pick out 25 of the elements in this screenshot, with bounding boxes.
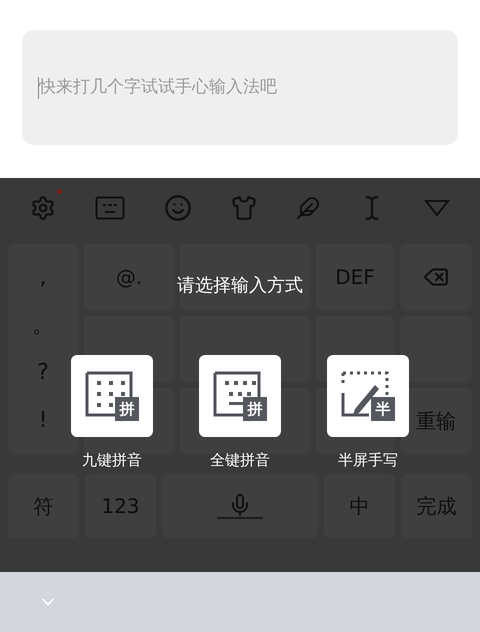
key-background <box>400 316 472 382</box>
symbol-key[interactable]: , <box>32 261 54 294</box>
keyboard-key[interactable]: @. <box>84 244 174 310</box>
dialog-title: 请选择输入方式 <box>177 274 303 298</box>
badge-label: 拼 <box>243 397 267 421</box>
input-method-card[interactable]: 拼 <box>71 355 153 437</box>
input-method-card[interactable]: 半 <box>327 355 409 437</box>
keyboard-key[interactable] <box>400 244 472 310</box>
symbol-key[interactable]: 。 <box>24 308 62 342</box>
triangle-down-icon[interactable] <box>424 199 450 217</box>
symbol-key[interactable]: ! <box>30 404 56 437</box>
microphone-icon <box>217 493 263 519</box>
text-input-field[interactable]: 快来打几个字试试手心输入法吧 <box>22 30 458 145</box>
input-method-label: 全键拼音 <box>210 450 270 471</box>
shirt-icon[interactable] <box>230 195 257 221</box>
input-method-card[interactable]: 拼 <box>199 355 281 437</box>
badge-label: 半 <box>371 397 395 421</box>
emoji-icon[interactable] <box>164 194 192 222</box>
keyboard-icon[interactable] <box>94 196 125 220</box>
feather-icon[interactable] <box>296 196 320 220</box>
symbol-key[interactable]: ? <box>29 356 57 390</box>
badge-label: 拼 <box>115 397 139 421</box>
input-method-label: 半屏手写 <box>338 450 398 471</box>
input-method-label: 九键拼音 <box>82 450 142 471</box>
keyboard-key[interactable] <box>162 474 318 538</box>
